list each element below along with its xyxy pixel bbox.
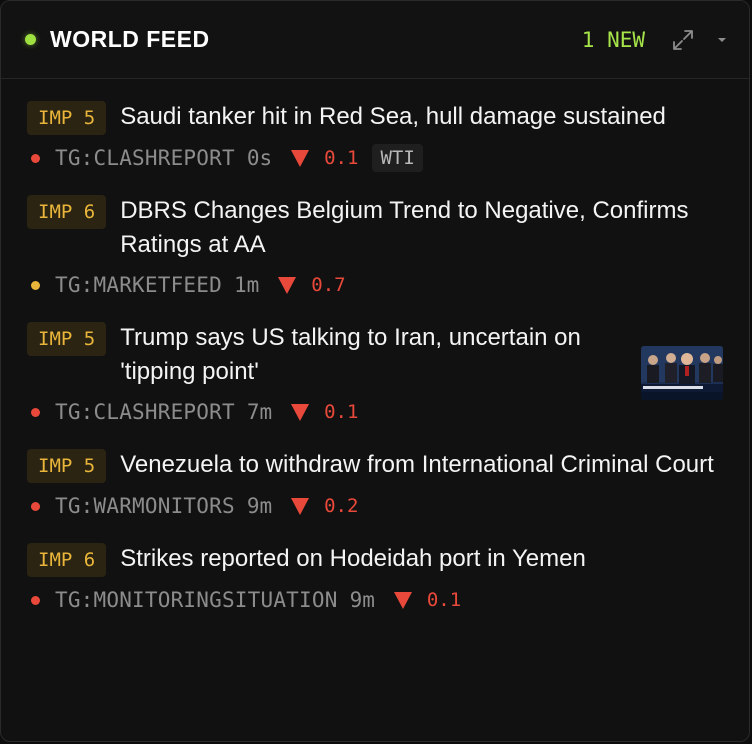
- feed-item-meta: TG:CLASHREPORT 0s 0.1 WTI: [27, 143, 723, 173]
- feed-item-meta: TG:WARMONITORS 9m 0.2: [27, 491, 723, 521]
- chevron-down-icon[interactable]: [717, 36, 727, 44]
- importance-badge: IMP 5: [27, 101, 107, 135]
- feed-item-age: 0s: [246, 146, 273, 170]
- feed-item-meta: TG:CLASHREPORT 7m 0.1: [27, 397, 723, 427]
- feed-item-source[interactable]: TG:CLASHREPORT: [55, 146, 235, 170]
- feed-item-meta: TG:MONITORINGSITUATION 9m 0.1: [27, 585, 723, 615]
- feed-item-age: 9m: [349, 588, 375, 612]
- feed-item[interactable]: IMP 5 Venezuela to withdraw from Internat…: [27, 449, 723, 521]
- feed-list: IMP 5 Saudi tanker hit in Red Sea, hull d…: [1, 79, 749, 615]
- asset-tag[interactable]: WTI: [372, 144, 423, 172]
- triangle-down-icon: [278, 277, 297, 294]
- feed-item-source[interactable]: TG:MARKETFEED: [55, 273, 222, 297]
- triangle-down-icon: [291, 150, 310, 167]
- price-delta: 0.2: [324, 495, 359, 517]
- feed-item[interactable]: IMP 5 Trump says US talking to Iran, unce…: [27, 322, 723, 427]
- feed-item-headline[interactable]: DBRS Changes Belgium Trend to Negative, …: [120, 194, 723, 262]
- price-delta: 0.1: [426, 589, 462, 611]
- feed-item-meta: TG:MARKETFEED 1m 0.7: [27, 270, 723, 300]
- news-video-thumbnail[interactable]: [641, 346, 723, 400]
- feed-item-source[interactable]: TG:CLASHREPORT: [55, 400, 235, 424]
- feed-item-age: 9m: [246, 494, 273, 518]
- feed-item-headline[interactable]: Venezuela to withdraw from International…: [120, 448, 714, 482]
- expand-icon[interactable]: [671, 28, 695, 52]
- new-items-count[interactable]: 1 NEW: [582, 28, 645, 52]
- live-status-dot: [25, 34, 36, 45]
- source-status-dot: [31, 153, 40, 163]
- feed-item-source[interactable]: TG:MONITORINGSITUATION: [55, 588, 338, 612]
- importance-badge: IMP 6: [27, 543, 107, 577]
- source-status-dot: [31, 595, 40, 605]
- feed-item-header: IMP 6 Strikes reported on Hodeidah port i…: [27, 543, 723, 577]
- triangle-down-icon: [291, 404, 310, 421]
- feed-item-headline[interactable]: Saudi tanker hit in Red Sea, hull damage…: [120, 100, 666, 134]
- header-controls: 1 NEW: [582, 28, 727, 52]
- price-delta: 0.1: [324, 147, 359, 169]
- feed-item-age: 7m: [246, 400, 273, 424]
- source-status-dot: [31, 280, 40, 290]
- price-delta: 0.7: [311, 274, 346, 296]
- importance-badge: IMP 5: [27, 322, 107, 356]
- feed-item[interactable]: IMP 5 Saudi tanker hit in Red Sea, hull d…: [27, 101, 723, 173]
- price-delta: 0.1: [324, 401, 359, 423]
- feed-item-age: 1m: [233, 273, 260, 297]
- feed-item-header: IMP 5 Saudi tanker hit in Red Sea, hull d…: [27, 101, 723, 135]
- world-feed-panel: WORLD FEED 1 NEW IMP 5 Saudi tanker hit i…: [0, 0, 750, 742]
- feed-item-header: IMP 5 Trump says US talking to Iran, unce…: [27, 322, 723, 389]
- feed-item-header: IMP 6 DBRS Changes Belgium Trend to Negat…: [27, 195, 723, 262]
- thumbnail-image: [641, 346, 723, 400]
- feed-item-headline[interactable]: Strikes reported on Hodeidah port in Yem…: [120, 542, 586, 576]
- importance-badge: IMP 6: [27, 195, 107, 229]
- source-status-dot: [31, 501, 40, 511]
- importance-badge: IMP 5: [27, 449, 107, 483]
- triangle-down-icon: [393, 592, 412, 609]
- feed-item[interactable]: IMP 6 Strikes reported on Hodeidah port i…: [27, 543, 723, 615]
- feed-item[interactable]: IMP 6 DBRS Changes Belgium Trend to Negat…: [27, 195, 723, 300]
- source-status-dot: [31, 407, 40, 417]
- panel-title: WORLD FEED: [50, 26, 210, 52]
- feed-item-headline[interactable]: Trump says US talking to Iran, uncertain…: [120, 321, 600, 389]
- panel-header: WORLD FEED 1 NEW: [1, 1, 749, 79]
- feed-item-header: IMP 5 Venezuela to withdraw from Internat…: [27, 449, 723, 483]
- feed-item-source[interactable]: TG:WARMONITORS: [55, 494, 235, 518]
- triangle-down-icon: [291, 498, 310, 515]
